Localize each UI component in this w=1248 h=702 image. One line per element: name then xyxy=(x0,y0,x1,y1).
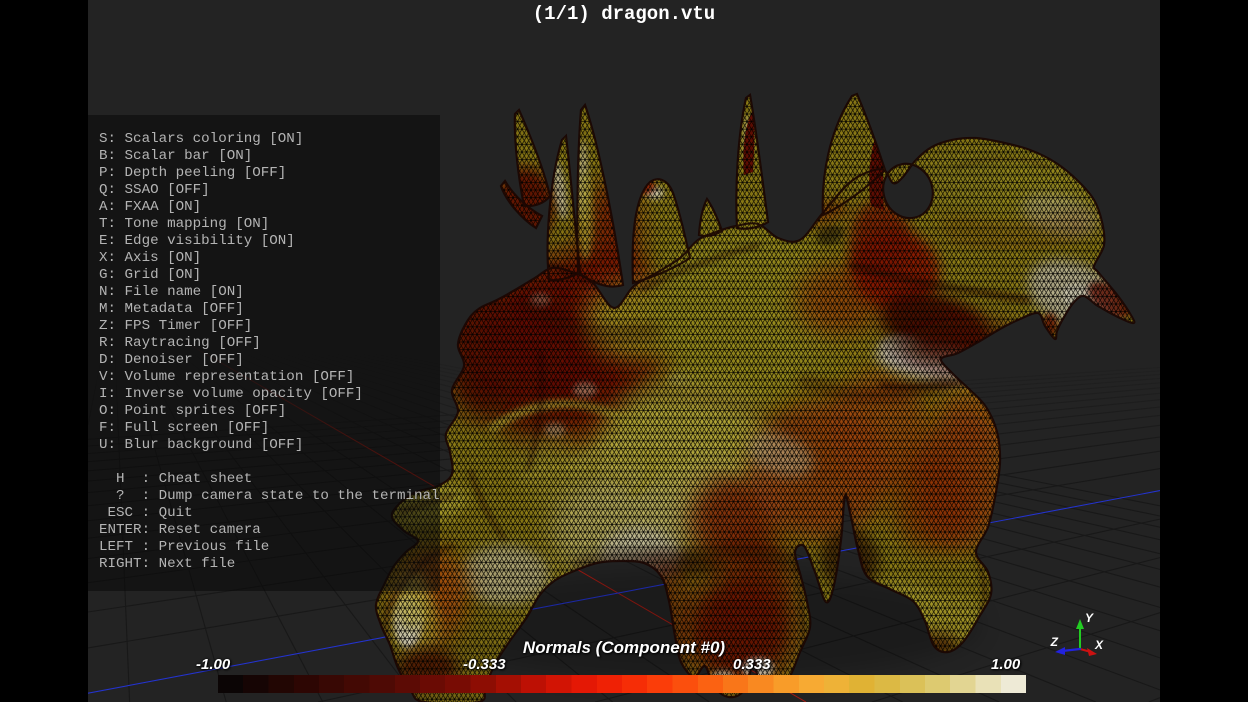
svg-text:Y: Y xyxy=(1085,611,1094,625)
